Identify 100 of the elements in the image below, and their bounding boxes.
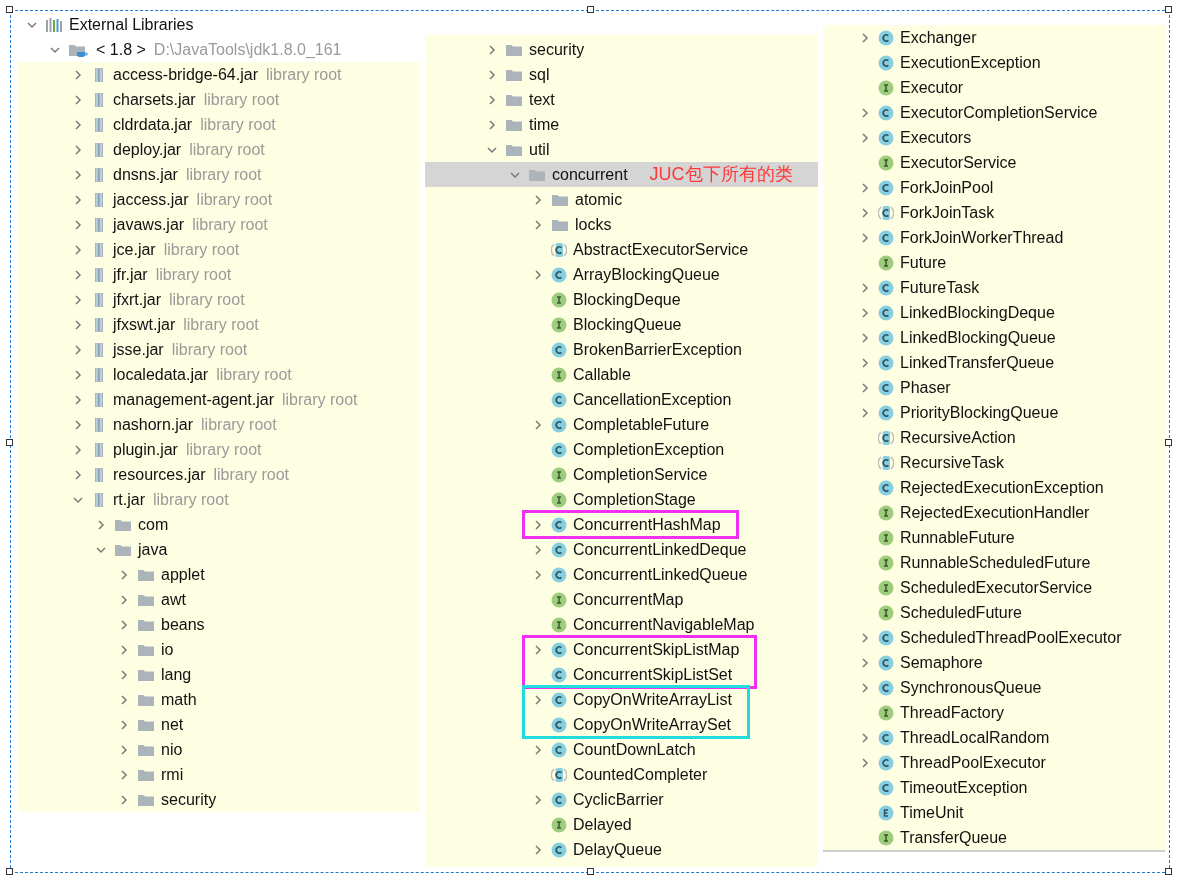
chevron-icon[interactable] — [73, 194, 83, 205]
tree-item[interactable]: ConcurrentHashMap — [524, 512, 721, 537]
chevron-icon[interactable] — [533, 844, 543, 855]
tree-item[interactable]: jfxswt.jar library root — [18, 312, 420, 337]
chevron-icon[interactable] — [73, 319, 83, 330]
chevron-icon[interactable] — [119, 694, 129, 705]
chevron-icon[interactable] — [533, 219, 543, 230]
chevron-icon[interactable] — [487, 144, 497, 155]
chevron-icon[interactable] — [73, 369, 83, 380]
resize-handle[interactable] — [587, 6, 594, 13]
tree-item[interactable]: SynchronousQueue — [823, 675, 1165, 700]
chevron-icon[interactable] — [860, 182, 870, 193]
tree-item[interactable]: util — [425, 137, 818, 162]
tree-item[interactable]: ConcurrentSkipListSet — [524, 662, 740, 687]
tree-item[interactable]: < 1.8 > D:\JavaTools\jdk1.8.0_161 — [18, 37, 420, 62]
tree-item[interactable]: jfxrt.jar library root — [18, 287, 420, 312]
tree-item[interactable]: ConcurrentSkipListMap — [524, 637, 740, 662]
tree-item[interactable]: RunnableScheduledFuture — [823, 550, 1165, 575]
tree-item[interactable]: math — [18, 687, 420, 712]
tree-item[interactable]: ThreadFactory — [823, 700, 1165, 725]
chevron-icon[interactable] — [533, 419, 543, 430]
chevron-icon[interactable] — [119, 644, 129, 655]
tree-item[interactable]: ConcurrentLinkedQueue — [425, 562, 818, 587]
tree-item[interactable]: BlockingQueue — [425, 312, 818, 337]
tree-item[interactable]: LinkedBlockingQueue — [823, 325, 1165, 350]
tree-item[interactable]: LinkedBlockingDeque — [823, 300, 1165, 325]
chevron-icon[interactable] — [860, 682, 870, 693]
tree-item[interactable]: jfr.jar library root — [18, 262, 420, 287]
chevron-icon[interactable] — [73, 419, 83, 430]
tree-item[interactable]: resources.jar library root — [18, 462, 420, 487]
chevron-icon[interactable] — [73, 169, 83, 180]
chevron-icon[interactable] — [73, 394, 83, 405]
chevron-icon[interactable] — [119, 619, 129, 630]
tree-item[interactable]: ForkJoinWorkerThread — [823, 225, 1165, 250]
tree-item[interactable]: CompletionService — [425, 462, 818, 487]
tree-item[interactable]: ScheduledFuture — [823, 600, 1165, 625]
chevron-icon[interactable] — [533, 269, 543, 280]
tree-item[interactable]: applet — [18, 562, 420, 587]
tree-item[interactable]: Phaser — [823, 375, 1165, 400]
chevron-icon[interactable] — [73, 119, 83, 130]
chevron-icon[interactable] — [119, 794, 129, 805]
tree-item[interactable]: ExecutorService — [823, 150, 1165, 175]
resize-handle[interactable] — [6, 439, 13, 446]
chevron-icon[interactable] — [27, 19, 37, 30]
tree-item[interactable]: Executor — [823, 75, 1165, 100]
tree-item[interactable]: jce.jar library root — [18, 237, 420, 262]
tree-item[interactable]: awt — [18, 587, 420, 612]
chevron-icon[interactable] — [73, 69, 83, 80]
tree-item[interactable]: beans — [18, 612, 420, 637]
chevron-icon[interactable] — [119, 569, 129, 580]
chevron-icon[interactable] — [860, 632, 870, 643]
chevron-icon[interactable] — [119, 594, 129, 605]
tree-item[interactable]: java — [18, 537, 420, 562]
chevron-icon[interactable] — [73, 444, 83, 455]
tree-item[interactable]: jaccess.jar library root — [18, 187, 420, 212]
chevron-icon[interactable] — [533, 744, 543, 755]
chevron-icon[interactable] — [119, 669, 129, 680]
tree-item[interactable]: dnsns.jar library root — [18, 162, 420, 187]
chevron-icon[interactable] — [73, 244, 83, 255]
chevron-icon[interactable] — [860, 332, 870, 343]
tree-item[interactable]: ScheduledThreadPoolExecutor — [823, 625, 1165, 650]
chevron-icon[interactable] — [73, 144, 83, 155]
tree-item[interactable]: ConcurrentLinkedDeque — [425, 537, 818, 562]
tree-item[interactable]: Executors — [823, 125, 1165, 150]
chevron-icon[interactable] — [119, 744, 129, 755]
chevron-icon[interactable] — [533, 569, 543, 580]
tree-item[interactable]: CyclicBarrier — [425, 787, 818, 812]
tree-item[interactable]: rmi — [18, 762, 420, 787]
tree-item[interactable]: sql — [425, 62, 818, 87]
tree-item[interactable]: Semaphore — [823, 650, 1165, 675]
tree-item[interactable]: locks — [425, 212, 818, 237]
tree-item[interactable]: ThreadPoolExecutor — [823, 750, 1165, 775]
resize-handle[interactable] — [1165, 868, 1172, 875]
tree-item[interactable]: io — [18, 637, 420, 662]
chevron-icon[interactable] — [73, 94, 83, 105]
tree-item[interactable]: TimeoutException — [823, 775, 1165, 800]
tree-item[interactable]: ExecutionException — [823, 50, 1165, 75]
tree-item[interactable]: Delayed — [425, 812, 818, 837]
tree-item[interactable]: Callable — [425, 362, 818, 387]
chevron-icon[interactable] — [73, 294, 83, 305]
tree-item[interactable]: Exchanger — [823, 25, 1165, 50]
tree-item[interactable]: ExecutorCompletionService — [823, 100, 1165, 125]
tree-item[interactable]: CompletionException — [425, 437, 818, 462]
chevron-icon[interactable] — [119, 769, 129, 780]
chevron-icon[interactable] — [860, 357, 870, 368]
chevron-icon[interactable] — [860, 132, 870, 143]
tree-item[interactable]: net — [18, 712, 420, 737]
chevron-icon[interactable] — [860, 32, 870, 43]
chevron-icon[interactable] — [533, 644, 543, 655]
chevron-icon[interactable] — [487, 94, 497, 105]
tree-item[interactable]: LinkedTransferQueue — [823, 350, 1165, 375]
chevron-icon[interactable] — [860, 232, 870, 243]
tree-item[interactable]: PriorityBlockingQueue — [823, 400, 1165, 425]
chevron-icon[interactable] — [860, 407, 870, 418]
tree-item[interactable]: RejectedExecutionHandler — [823, 500, 1165, 525]
chevron-icon[interactable] — [533, 544, 543, 555]
chevron-icon[interactable] — [487, 119, 497, 130]
tree-item[interactable]: DelayQueue — [425, 837, 818, 862]
tree-item[interactable]: CountDownLatch — [425, 737, 818, 762]
tree-item[interactable]: ArrayBlockingQueue — [425, 262, 818, 287]
